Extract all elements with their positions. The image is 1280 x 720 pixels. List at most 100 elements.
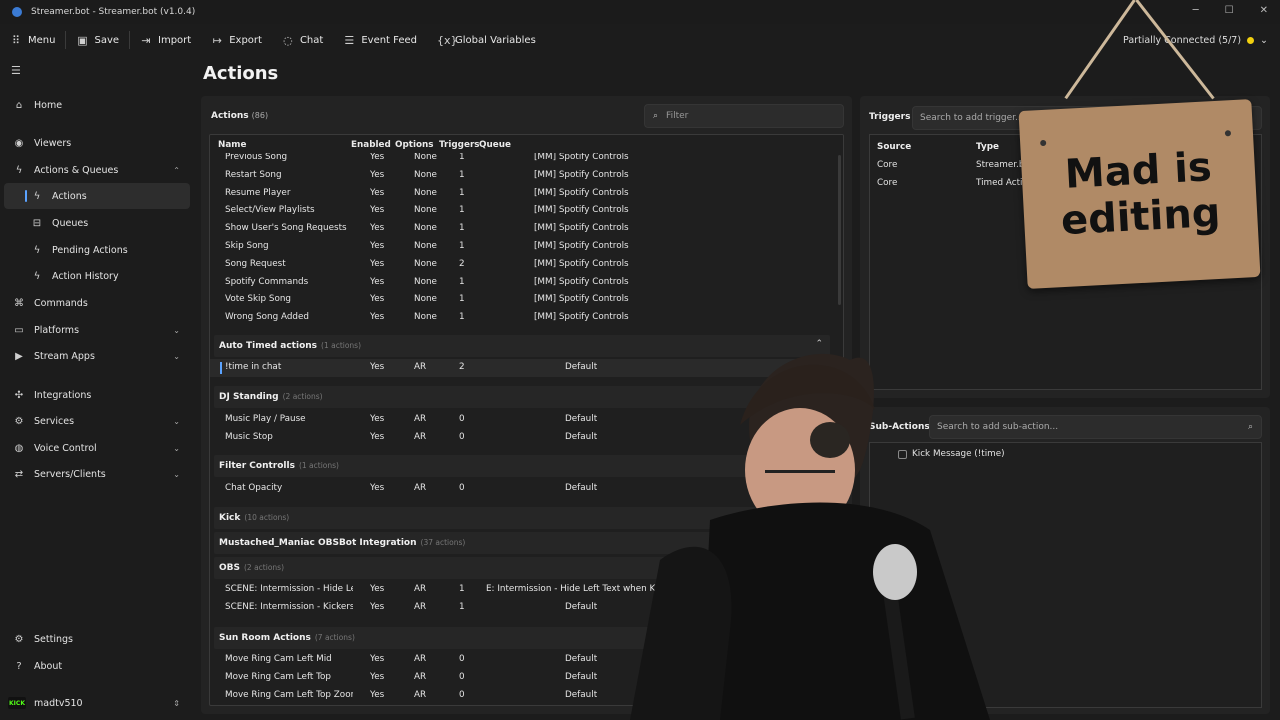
hamburger-icon[interactable]: ☰ bbox=[11, 64, 21, 77]
question-icon: ? bbox=[16, 660, 22, 672]
sidebar-item-voice-control[interactable]: ◍ Voice Control ⌄ bbox=[4, 435, 190, 461]
action-name: Select/View Playlists bbox=[225, 205, 315, 216]
sidebar-item-servers-clients[interactable]: ⇄ Servers/Clients ⌄ bbox=[4, 461, 190, 487]
table-row[interactable]: Music Stop Yes AR 0 Default bbox=[210, 429, 843, 447]
table-row[interactable]: Vote Skip Song Yes None 1 [MM] Spotify Contr… bbox=[210, 291, 843, 309]
column-header-options[interactable]: Options bbox=[395, 140, 434, 150]
action-options: AR bbox=[414, 671, 427, 682]
sidebar-item-integrations[interactable]: ✣ Integrations bbox=[4, 382, 190, 408]
actions-count: (86) bbox=[251, 111, 269, 120]
action-queue: [MM] Spotify Controls bbox=[534, 276, 629, 287]
chevron-up-icon: ⌃ bbox=[815, 339, 823, 349]
event-feed-button[interactable]: ☰ Event Feed bbox=[333, 24, 427, 56]
filter-field[interactable]: ⌕ bbox=[644, 104, 844, 128]
sidebar-item-stream-apps[interactable]: ▶ Stream Apps ⌄ bbox=[4, 343, 190, 369]
chat-label: Chat bbox=[299, 34, 324, 46]
sidebar-item-commands[interactable]: ⌘ Commands bbox=[4, 290, 190, 316]
subaction-search-input[interactable] bbox=[937, 422, 1237, 432]
maximize-icon[interactable]: ☐ bbox=[1225, 5, 1234, 16]
group-header-dj-standing[interactable]: DJ Standing (2 actions) ⌃ bbox=[214, 386, 830, 408]
sidebar-item-home[interactable]: ⌂ Home bbox=[4, 92, 190, 118]
group-header-kick[interactable]: Kick (10 actions) bbox=[214, 507, 830, 529]
group-count: (7 actions) bbox=[314, 633, 355, 642]
sidebar-item-label: Platforms bbox=[34, 324, 80, 336]
variables-icon: {x} bbox=[437, 33, 458, 47]
table-row[interactable]: Show User's Song Requests Yes None 1 [MM] Sp… bbox=[210, 220, 843, 238]
group-header-obs[interactable]: OBS (2 actions) bbox=[214, 557, 830, 579]
action-options: None bbox=[414, 241, 437, 251]
group-header-sun-room[interactable]: Sun Room Actions (7 actions) bbox=[214, 627, 830, 649]
column-header-enabled[interactable]: Enabled bbox=[351, 140, 391, 150]
column-header-queue[interactable]: Queue bbox=[479, 140, 511, 150]
sidebar-item-settings[interactable]: ⚙ Settings bbox=[4, 626, 190, 652]
trigger-type[interactable]: Timed Actio bbox=[976, 178, 1028, 188]
menu-button[interactable]: ⠿ Menu bbox=[0, 24, 65, 56]
column-header-type[interactable]: Type bbox=[976, 142, 999, 152]
save-button[interactable]: ▣ Save bbox=[66, 24, 129, 56]
group-name: Mustached_Maniac OBSBot Integration bbox=[219, 538, 417, 548]
table-row[interactable]: Skip Song Yes None 1 [MM] Spotify Controls bbox=[210, 238, 843, 256]
trigger-search-input[interactable] bbox=[920, 113, 1220, 123]
sidebar-item-queues[interactable]: ⊟ Queues bbox=[4, 210, 190, 236]
import-button[interactable]: ⇥ Import bbox=[130, 24, 201, 56]
action-options: AR bbox=[414, 362, 427, 372]
table-row[interactable]: SCENE: Intermission - Kickers 1 Yes AR 1 Def… bbox=[210, 599, 843, 617]
subaction-search-field[interactable]: ⌕ bbox=[929, 415, 1262, 439]
action-queue: [MM] Spotify Controls bbox=[534, 294, 629, 305]
table-row[interactable]: Move Ring Cam Left Top Zoom Yes AR 0 Default bbox=[210, 687, 843, 705]
table-row[interactable]: Wrong Song Added Yes None 1 [MM] Spotify Con… bbox=[210, 309, 843, 327]
action-name: Music Play / Pause bbox=[225, 414, 306, 424]
filter-input[interactable] bbox=[666, 111, 827, 121]
trigger-source[interactable]: Core bbox=[877, 160, 897, 170]
table-row[interactable]: SCENE: Intermission - Hide Lef Yes AR 1 E: I… bbox=[210, 581, 843, 599]
trigger-search-field[interactable] bbox=[912, 106, 1262, 130]
table-row[interactable]: Move Ring Cam Left Mid Yes AR 0 Default bbox=[210, 651, 843, 669]
group-header-auto-timed[interactable]: Auto Timed actions (1 actions) ⌃ bbox=[214, 335, 830, 357]
action-triggers: 1 bbox=[459, 312, 465, 323]
table-row[interactable]: Restart Song Yes None 1 [MM] Spotify Control… bbox=[210, 167, 843, 185]
export-button[interactable]: ↦ Export bbox=[201, 24, 272, 56]
status-dot-icon bbox=[1247, 36, 1255, 44]
table-row[interactable]: Resume Player Yes None 1 [MM] Spotify Contro… bbox=[210, 185, 843, 203]
column-header-name[interactable]: Name bbox=[218, 140, 246, 150]
table-row[interactable]: Spotify Commands Yes None 1 [MM] Spotify Con… bbox=[210, 274, 843, 292]
action-enabled: Yes bbox=[370, 294, 385, 305]
sidebar-item-actions-queues[interactable]: ϟ Actions & Queues ⌃ bbox=[4, 157, 190, 183]
sidebar-item-actions[interactable]: ϟ Actions bbox=[4, 183, 190, 209]
sidebar-item-viewers[interactable]: ◉ Viewers bbox=[4, 130, 190, 156]
trigger-source[interactable]: Core bbox=[877, 178, 897, 188]
table-row[interactable]: Select/View Playlists Yes None 1 [MM] Spotif… bbox=[210, 202, 843, 220]
table-row[interactable]: Chat Opacity Yes AR 0 Default bbox=[210, 480, 843, 498]
sidebar-item-about[interactable]: ? About bbox=[4, 653, 190, 679]
group-count: (37 actions) bbox=[420, 538, 466, 547]
sidebar-item-action-history[interactable]: ϟ Action History bbox=[4, 263, 190, 289]
global-variables-button[interactable]: {x} Global Variables bbox=[427, 24, 546, 56]
sidebar-item-pending-actions[interactable]: ϟ Pending Actions bbox=[4, 237, 190, 263]
column-header-triggers[interactable]: Triggers bbox=[439, 140, 480, 150]
action-enabled: Yes bbox=[370, 362, 385, 372]
table-row[interactable]: !time in chat Yes AR 2 Default bbox=[210, 359, 843, 377]
connection-status[interactable]: Partially Connected (5/7) ⌄ bbox=[1123, 24, 1268, 56]
chat-button[interactable]: ◌ Chat bbox=[272, 24, 333, 56]
sidebar-item-platforms[interactable]: ▭ Platforms ⌄ bbox=[4, 317, 190, 343]
action-options: None bbox=[414, 205, 437, 216]
user-account[interactable]: KICK madtv510 ⇕ bbox=[4, 688, 190, 718]
action-triggers: 1 bbox=[459, 169, 465, 180]
group-header-obsbot[interactable]: Mustached_Maniac OBSBot Integration (37 a… bbox=[214, 532, 830, 554]
action-triggers: 1 bbox=[459, 187, 465, 198]
minimize-icon[interactable]: ─ bbox=[1193, 5, 1199, 16]
subaction-item[interactable]: Kick Message (!time) bbox=[898, 449, 1005, 459]
action-queue: [MM] Spotify Controls bbox=[534, 205, 629, 216]
close-icon[interactable]: ✕ bbox=[1260, 5, 1268, 16]
checkbox[interactable] bbox=[898, 449, 907, 459]
subaction-label: Kick Message (!time) bbox=[912, 449, 1005, 459]
sidebar-item-services[interactable]: ⚙ Services ⌄ bbox=[4, 408, 190, 434]
table-row[interactable]: Song Request Yes None 2 [MM] Spotify Control… bbox=[210, 256, 843, 274]
trigger-type[interactable]: Streamer.bo bbox=[976, 160, 1030, 170]
group-header-filter-controlls[interactable]: Filter Controlls (1 actions) bbox=[214, 455, 830, 477]
action-triggers: 1 bbox=[459, 276, 465, 287]
column-header-source[interactable]: Source bbox=[877, 142, 911, 152]
action-name: Vote Skip Song bbox=[225, 294, 292, 305]
table-row[interactable]: Move Ring Cam Left Top Yes AR 0 Default bbox=[210, 669, 843, 687]
table-row[interactable]: Music Play / Pause Yes AR 0 Default bbox=[210, 411, 843, 429]
